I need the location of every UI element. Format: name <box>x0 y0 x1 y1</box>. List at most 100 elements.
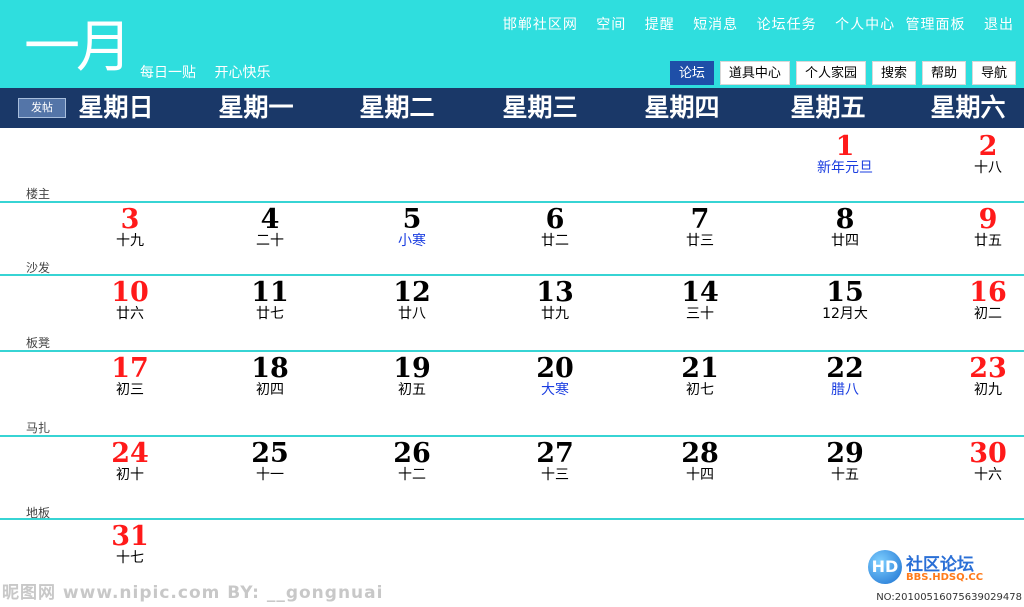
tab-help[interactable]: 帮助 <box>921 61 966 85</box>
top-nav: 邯郸社区网 空间 提醒 短消息 论坛任务 个人中心 管理面板 退出 <box>489 14 1014 34</box>
day-number: 17 <box>111 353 149 384</box>
tab-home[interactable]: 个人家园 <box>795 61 866 85</box>
day-number: 28 <box>681 438 719 469</box>
weekday-bar: 发帖 星期日 星期一 星期二 星期三 星期四 星期五 星期六 <box>0 88 1024 128</box>
day-cell[interactable]: 29 十五 <box>805 438 885 483</box>
day-cell[interactable]: 28 十四 <box>660 438 740 483</box>
row-divider <box>0 518 1024 520</box>
tab-search[interactable]: 搜索 <box>871 61 916 85</box>
lunar-date: 腊八 <box>831 382 859 398</box>
lunar-date: 十八 <box>974 160 1002 176</box>
day-cell[interactable]: 1 新年元旦 <box>805 131 885 176</box>
day-number: 12 <box>393 277 431 308</box>
day-cell[interactable]: 21 初七 <box>660 355 740 398</box>
watermark: 昵图网 www.nipic.com BY: __gongnuai <box>2 583 384 603</box>
lunar-date: 初九 <box>974 382 1002 398</box>
row-label: 板凳 <box>26 336 51 350</box>
day-cell[interactable]: 31 十七 <box>90 523 170 566</box>
lunar-date: 二十 <box>256 233 284 249</box>
day-cell[interactable]: 26 十二 <box>372 438 452 483</box>
lunar-date: 小寒 <box>398 233 426 249</box>
lunar-date: 初三 <box>116 382 144 398</box>
day-cell[interactable]: 2 十八 <box>948 133 1024 176</box>
day-cell[interactable]: 13 廿九 <box>515 279 595 322</box>
serial-number: NO:20100516075639029478 <box>876 592 1022 603</box>
day-cell[interactable]: 9 廿五 <box>948 206 1024 249</box>
day-cell[interactable]: 14 三十 <box>660 277 740 322</box>
weekday-mon: 星期一 <box>218 93 294 122</box>
weekday-fri: 星期五 <box>790 93 866 122</box>
day-number: 22 <box>826 353 864 384</box>
lunar-date: 廿八 <box>398 306 426 322</box>
day-number: 8 <box>835 204 855 235</box>
day-cell[interactable]: 18 初四 <box>230 353 310 398</box>
row-divider <box>0 201 1024 203</box>
top-nav-tasks[interactable]: 论坛任务 <box>757 17 817 33</box>
lunar-date: 十七 <box>116 550 144 566</box>
day-number: 3 <box>120 204 140 235</box>
day-number: 20 <box>536 353 574 384</box>
lunar-date: 初四 <box>256 382 284 398</box>
lunar-date: 初二 <box>974 306 1002 322</box>
day-cell[interactable]: 11 廿七 <box>230 279 310 322</box>
day-cell[interactable]: 22 腊八 <box>805 353 885 398</box>
day-number: 29 <box>826 438 864 469</box>
day-number: 6 <box>545 204 565 235</box>
day-cell[interactable]: 16 初二 <box>948 277 1024 322</box>
lunar-date: 十二 <box>398 467 426 483</box>
forum-logo: HD 社区论坛 BBS.HDSQ.CC <box>868 550 1018 586</box>
day-cell[interactable]: 6 廿二 <box>515 204 595 249</box>
day-cell[interactable]: 27 十三 <box>515 440 595 483</box>
slogan-part: 开心快乐 <box>214 65 271 81</box>
day-number: 5 <box>402 204 422 235</box>
tab-nav[interactable]: 导航 <box>971 61 1016 85</box>
day-cell[interactable]: 17 初三 <box>90 353 170 398</box>
row-divider <box>0 274 1024 276</box>
lunar-date: 十一 <box>256 467 284 483</box>
day-number: 16 <box>969 277 1007 308</box>
header-bar: 邯郸社区网 空间 提醒 短消息 论坛任务 个人中心 管理面板 退出 一月 每日一… <box>0 0 1024 88</box>
day-cell[interactable]: 4 二十 <box>230 206 310 249</box>
forum-tabs: 论坛 道具中心 个人家园 搜索 帮助 导航 <box>669 61 1016 85</box>
lunar-date: 十五 <box>831 467 859 483</box>
day-number: 26 <box>393 438 431 469</box>
day-cell[interactable]: 30 十六 <box>948 438 1024 483</box>
day-cell[interactable]: 15 12月大 <box>805 279 885 322</box>
lunar-date: 新年元旦 <box>817 160 873 176</box>
day-cell[interactable]: 3 十九 <box>90 204 170 249</box>
day-cell[interactable]: 7 廿三 <box>660 206 740 249</box>
tab-forum[interactable]: 论坛 <box>669 61 714 85</box>
top-nav-messages[interactable]: 短消息 <box>693 17 738 33</box>
top-nav-admin[interactable]: 管理面板 <box>906 17 966 33</box>
top-nav-logout[interactable]: 退出 <box>984 17 1014 33</box>
top-nav-space[interactable]: 空间 <box>596 17 626 33</box>
day-cell[interactable]: 25 十一 <box>230 440 310 483</box>
day-cell[interactable]: 20 大寒 <box>515 353 595 398</box>
slogan-part: 每日一贴 <box>140 65 196 81</box>
day-cell[interactable]: 23 初九 <box>948 355 1024 398</box>
day-cell[interactable]: 10 廿六 <box>90 277 170 322</box>
day-number: 19 <box>393 353 431 384</box>
day-number: 18 <box>251 353 289 384</box>
lunar-date: 廿五 <box>974 233 1002 249</box>
lunar-date: 十六 <box>974 467 1002 483</box>
tab-item-center[interactable]: 道具中心 <box>719 61 790 85</box>
day-number: 30 <box>969 438 1007 469</box>
day-cell[interactable]: 5 小寒 <box>372 204 452 249</box>
top-nav-profile[interactable]: 个人中心 <box>835 17 895 33</box>
day-cell[interactable]: 8 廿四 <box>805 204 885 249</box>
day-cell[interactable]: 12 廿八 <box>372 277 452 322</box>
day-cell[interactable]: 19 初五 <box>372 353 452 398</box>
day-cell[interactable]: 24 初十 <box>90 440 170 483</box>
day-number: 14 <box>681 277 719 308</box>
lunar-date: 初七 <box>686 382 714 398</box>
top-nav-reminder[interactable]: 提醒 <box>645 17 675 33</box>
top-nav-site[interactable]: 邯郸社区网 <box>503 17 578 33</box>
day-number: 10 <box>111 277 149 308</box>
logo-mark: HD <box>868 550 902 584</box>
lunar-date: 12月大 <box>822 306 868 322</box>
lunar-date: 十三 <box>541 467 569 483</box>
month-title: 一月 <box>24 15 132 80</box>
day-number: 1 <box>835 131 855 162</box>
lunar-date: 初十 <box>116 467 144 483</box>
